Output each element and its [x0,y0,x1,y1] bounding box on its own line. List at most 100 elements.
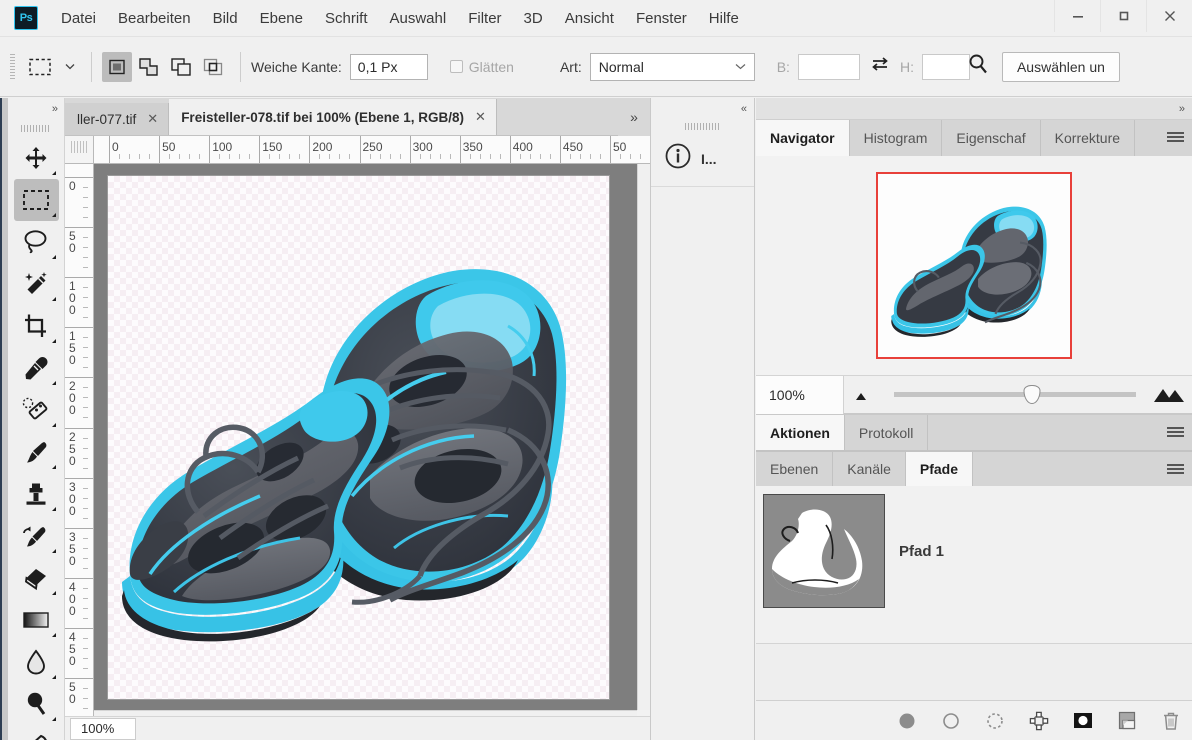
tab-pfade[interactable]: Pfade [906,452,973,486]
maximize-button[interactable] [1100,0,1146,32]
toolbox-grip[interactable] [21,121,51,133]
shoes-artwork [108,176,609,699]
lasso-tool[interactable] [14,221,59,263]
tab-navigator[interactable]: Navigator [756,120,850,156]
zoom-search-button[interactable] [966,52,990,81]
menu-item-3d[interactable]: 3D [513,6,554,31]
minimize-button[interactable] [1054,0,1100,32]
ruler-minor-tick [83,187,88,188]
dodge-tool[interactable] [14,683,59,725]
width-input[interactable] [798,54,860,80]
document-tabs-overflow-button[interactable]: » [618,98,650,136]
swap-dimensions-button[interactable] [870,56,890,77]
info-panel-button[interactable]: I... [651,131,754,187]
antialias-checkbox[interactable] [450,60,463,73]
ruler-minor-tick [83,648,88,649]
close-icon[interactable]: ✕ [147,111,158,127]
navigator-zoom-slider-handle[interactable] [1023,385,1040,404]
menu-item-auswahl[interactable]: Auswahl [379,6,458,31]
blur-tool[interactable] [14,641,59,683]
menu-item-fenster[interactable]: Fenster [625,6,698,31]
zoom-out-button[interactable] [844,388,884,402]
delete-path-button[interactable] [1160,710,1182,732]
subtract-from-selection-button[interactable] [166,52,196,82]
status-zoom-field[interactable]: 100% [70,718,136,740]
vertical-ruler[interactable]: 05010015020025030035040045050 [65,164,94,740]
ruler-label: 450 [69,631,81,667]
make-work-path-button[interactable] [1028,710,1050,732]
feather-input[interactable]: 0,1 Px [350,54,428,80]
menu-item-bild[interactable]: Bild [202,6,249,31]
height-input[interactable] [922,54,970,80]
eraser-tool[interactable] [14,557,59,599]
toolbox-expand-button[interactable]: » [8,98,64,120]
tool-preset-chevron-down-icon[interactable] [59,56,81,78]
rectangular-marquee-tool[interactable] [14,179,59,221]
new-path-button[interactable] [1116,710,1138,732]
ruler-minor-tick [430,154,431,159]
stroke-path-button[interactable] [940,710,962,732]
canvas-background[interactable] [94,164,637,710]
menu-item-ebene[interactable]: Ebene [249,6,314,31]
magic-wand-tool[interactable] [14,263,59,305]
close-icon [1163,9,1177,23]
navigator-zoom-slider[interactable] [894,392,1136,397]
menu-item-filter[interactable]: Filter [457,6,512,31]
navigator-zoom-value[interactable]: 100% [756,376,844,414]
document-tab-freisteller-078[interactable]: Freisteller-078.tif bei 100% (Ebene 1, R… [169,99,497,135]
spot-healing-brush-tool[interactable] [14,389,59,431]
panel-strip-grip[interactable] [685,123,721,131]
menu-item-ansicht[interactable]: Ansicht [554,6,625,31]
ruler-origin-corner[interactable] [65,136,94,164]
ruler-label: 300 [69,481,81,517]
intersect-with-selection-button[interactable] [198,52,228,82]
move-tool[interactable] [14,137,59,179]
style-select[interactable]: Normal [590,53,755,81]
path-list-item[interactable]: Pfad 1 [756,486,1192,616]
zoom-in-button[interactable] [1146,386,1192,404]
brush-tool[interactable] [14,431,59,473]
menu-item-schrift[interactable]: Schrift [314,6,379,31]
actions-panel-menu-button[interactable] [1158,415,1192,451]
tab-kanaele[interactable]: Kanäle [833,452,906,486]
clone-stamp-tool[interactable] [14,473,59,515]
select-and-mask-button[interactable]: Auswählen un [1002,52,1120,82]
options-bar-grip[interactable] [10,54,15,80]
dock-expand-button[interactable]: » [756,98,1192,120]
history-brush-tool[interactable] [14,515,59,557]
load-selection-button[interactable] [984,710,1006,732]
gradient-tool[interactable] [14,599,59,641]
horizontal-ruler[interactable]: 05010015020025030035040045050 [94,136,650,164]
fill-path-button[interactable] [896,710,918,732]
navigator-panel-menu-button[interactable] [1158,120,1192,156]
add-mask-button[interactable] [1072,710,1094,732]
ruler-minor-tick [83,287,88,288]
close-icon[interactable]: ✕ [475,109,486,125]
active-tool-preset-icon[interactable] [23,52,57,82]
info-circle-icon [664,142,692,175]
tab-korrekturen[interactable]: Korrekture [1041,120,1135,156]
new-selection-button[interactable] [102,52,132,82]
panel-strip-collapse-button[interactable]: « [651,98,754,120]
artboard-transparency[interactable] [108,176,609,699]
add-to-selection-button[interactable] [134,52,164,82]
menu-item-datei[interactable]: Datei [50,6,107,31]
navigator-thumbnail[interactable] [876,172,1072,359]
close-button[interactable] [1146,0,1192,32]
canvas-vertical-scrollbar[interactable] [637,164,650,710]
tab-protokoll[interactable]: Protokoll [845,415,928,450]
tab-aktionen[interactable]: Aktionen [756,415,845,450]
eyedropper-tool[interactable] [14,347,59,389]
navigator-preview-area[interactable] [756,156,1192,376]
menu-item-hilfe[interactable]: Hilfe [698,6,750,31]
layers-panel-menu-button[interactable] [1158,452,1192,488]
pen-tool[interactable] [14,725,59,740]
tab-ebenen[interactable]: Ebenen [756,452,833,486]
paths-empty-area[interactable] [756,644,1192,700]
crop-tool[interactable] [14,305,59,347]
tool-flyout-triangle-icon [52,171,56,175]
document-tab-freisteller-077[interactable]: ller-077.tif ✕ [65,103,169,135]
tab-histogram[interactable]: Histogram [850,120,943,156]
tab-eigenschaften[interactable]: Eigenschaf [942,120,1040,156]
menu-item-bearbeiten[interactable]: Bearbeiten [107,6,202,31]
